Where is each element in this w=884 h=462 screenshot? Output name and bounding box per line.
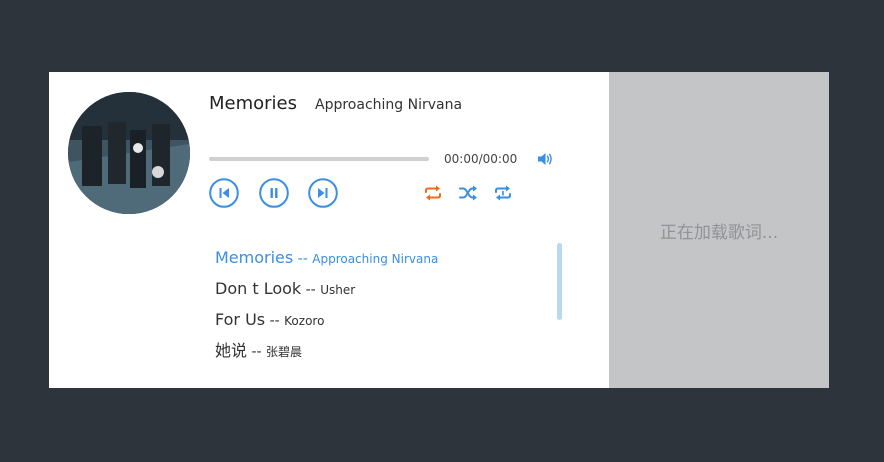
- album-cover: [68, 92, 190, 214]
- song-title: Memories: [209, 93, 298, 114]
- playlist-item-separator: --: [293, 251, 313, 267]
- playlist-item-artist: Usher: [320, 283, 356, 297]
- playlist-item-separator: --: [301, 282, 321, 298]
- lyrics-panel: 正在加载歌词...: [609, 72, 829, 388]
- shuffle-icon: [459, 185, 477, 201]
- playlist-item[interactable]: For Us -- Kozoro: [215, 304, 545, 335]
- repeat-one-icon: [495, 185, 511, 201]
- single-loop-button[interactable]: [493, 184, 513, 202]
- next-button[interactable]: [308, 178, 338, 208]
- music-player: Memories Approaching Nirvana 00:00/00:00: [49, 72, 609, 388]
- playlist-item-artist: Kozoro: [284, 314, 325, 328]
- previous-button[interactable]: [209, 178, 239, 208]
- loop-mode-button[interactable]: [423, 184, 443, 202]
- playlist-item[interactable]: Memories -- Approaching Nirvana: [215, 242, 545, 273]
- lyrics-loading-text: 正在加载歌词...: [659, 222, 779, 243]
- playlist-item-artist: Approaching Nirvana: [312, 252, 439, 266]
- pause-icon: [259, 178, 289, 208]
- volume-icon[interactable]: [536, 150, 554, 168]
- play-pause-button[interactable]: [259, 178, 289, 208]
- playlist-item-title: Don t Look: [215, 279, 302, 298]
- playlist-item-title: For Us: [215, 310, 266, 329]
- playlist-item-artist: 张碧晨: [266, 345, 303, 359]
- playlist: Memories -- Approaching Nirvana Don t Lo…: [215, 242, 545, 366]
- playlist-item-separator: --: [247, 344, 267, 360]
- playlist-item[interactable]: Don t Look -- Usher: [215, 273, 545, 304]
- playlist-item-title: 她说: [215, 341, 248, 360]
- playlist-item-title: Memories: [215, 248, 294, 267]
- playlist-item[interactable]: 她说 -- 张碧晨: [215, 335, 545, 366]
- skip-previous-icon: [209, 178, 239, 208]
- repeat-icon: [425, 185, 441, 201]
- progress-bar[interactable]: [209, 157, 429, 161]
- playlist-scrollbar[interactable]: [557, 243, 562, 320]
- song-artist: Approaching Nirvana: [315, 97, 463, 113]
- playlist-item-separator: --: [265, 313, 285, 329]
- shuffle-mode-button[interactable]: [458, 184, 478, 202]
- time-display: 00:00/00:00: [444, 152, 518, 166]
- skip-next-icon: [308, 178, 338, 208]
